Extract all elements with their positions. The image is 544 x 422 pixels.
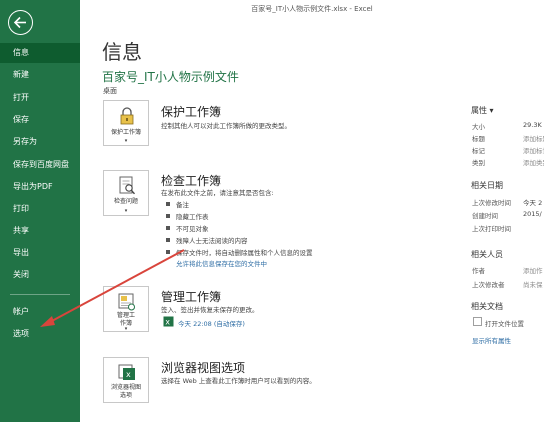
prop-key-category: 类别 (472, 159, 485, 167)
browser-tile-label-line1: 浏览器视图 (110, 384, 141, 391)
backstage-sidebar: 信息 新建 打开 保存 另存为 保存到百度网盘 导出为PDF 打印 共享 导出 … (0, 0, 80, 422)
nav-save-as[interactable]: 另存为 (0, 132, 80, 152)
manage-workbook-icon (118, 293, 135, 311)
excel-file-icon: x (163, 316, 174, 327)
inspect-bullet-hidden-sheets: 隐藏工作表 (176, 213, 209, 221)
prop-val-title[interactable]: 添加标题 (523, 133, 544, 143)
manage-workbook-button[interactable]: 管理工 作簿 ▾ (103, 286, 149, 332)
nav-export[interactable]: 导出 (0, 243, 80, 263)
autosave-version-link[interactable]: 今天 22:08 (自动保存) (178, 318, 245, 328)
nav-new[interactable]: 新建 (0, 65, 80, 85)
svg-text:x: x (126, 370, 131, 379)
page-title: 信息 (102, 40, 142, 64)
allow-save-info-link[interactable]: 允许将此信息保存在您的文件中 (176, 258, 267, 268)
people-key-last-modified-by: 上次修改者 (472, 281, 505, 289)
related-dates-heading: 相关日期 (471, 181, 503, 190)
open-file-location-link[interactable]: 打开文件位置 (485, 318, 524, 328)
protect-workbook-button[interactable]: 保护工作簿 ▾ (103, 100, 149, 146)
window-title: 百家号_IT小人物示例文件.xlsx - Excel (251, 5, 373, 13)
date-val-modified: 今天 2 (523, 199, 543, 207)
inspect-bullet-invisible-objects: 不可见对象 (176, 225, 209, 233)
manage-section-desc: 签入、签出并恢复未保存的更改。 (161, 306, 259, 314)
prop-key-title: 标题 (472, 135, 485, 143)
nav-info[interactable]: 信息 (0, 43, 80, 63)
manage-section-title: 管理工作簿 (161, 290, 222, 304)
svg-text:x: x (165, 318, 170, 327)
nav-options[interactable]: 选项 (0, 324, 80, 344)
people-val-author[interactable]: 添加作 (523, 265, 544, 275)
browser-view-icon: x (118, 364, 135, 380)
prop-val-category[interactable]: 添加类别 (523, 157, 544, 167)
nav-account[interactable]: 帐户 (0, 302, 80, 322)
prop-val-size: 29.3K (523, 121, 542, 129)
annotation-arrow (40, 249, 185, 327)
nav-save[interactable]: 保存 (0, 110, 80, 130)
folder-icon (473, 317, 482, 326)
prop-key-size: 大小 (472, 123, 485, 131)
bullet-icon (166, 238, 170, 242)
date-key-created: 创建时间 (472, 212, 498, 220)
inspect-bullet-accessibility: 残障人士无法阅读的内容 (176, 237, 248, 245)
document-title: 百家号_IT小人物示例文件 (102, 70, 239, 84)
check-for-issues-button[interactable]: 检查问题 ▾ (103, 170, 149, 216)
nav-export-pdf[interactable]: 导出为PDF (0, 177, 80, 197)
dropdown-caret-icon: ▾ (124, 208, 128, 214)
people-key-author: 作者 (472, 267, 485, 275)
nav-close[interactable]: 关闭 (0, 265, 80, 285)
protect-section-desc: 控制其他人可以对此工作簿所做的更改类型。 (161, 122, 291, 130)
prop-val-tags[interactable]: 添加标记 (523, 145, 544, 155)
nav-divider (10, 294, 70, 295)
lock-icon (120, 107, 134, 125)
browser-section-title: 浏览器视图选项 (161, 361, 246, 375)
check-issues-tile-label: 检查问题 (113, 198, 138, 205)
show-all-properties-link[interactable]: 显示所有属性 (472, 335, 511, 345)
protect-tile-label: 保护工作簿 (110, 129, 141, 136)
prop-key-tags: 标记 (472, 147, 485, 155)
nav-print[interactable]: 打印 (0, 199, 80, 219)
dropdown-caret-icon: ▾ (124, 138, 128, 144)
inspect-bullet-comments: 备注 (176, 201, 189, 209)
inspect-document-icon (119, 176, 136, 195)
back-arrow-icon (13, 16, 26, 29)
protect-section-title: 保护工作簿 (161, 105, 222, 119)
people-val-last-modified-by: 尚未保 (523, 281, 543, 289)
properties-dropdown[interactable]: 属性 ▾ (471, 105, 494, 116)
bullet-icon (166, 214, 170, 218)
bullet-icon (166, 202, 170, 206)
date-key-modified: 上次修改时间 (472, 199, 511, 207)
nav-save-to-baidu[interactable]: 保存到百度网盘 (0, 155, 80, 175)
date-key-printed: 上次打印时间 (472, 225, 511, 233)
browser-section-desc: 选择在 Web 上查看此工作簿时用户可以看到的内容。 (161, 377, 316, 385)
related-people-heading: 相关人员 (471, 250, 503, 259)
date-val-created: 2015/ (523, 210, 542, 218)
document-location: 桌面 (103, 87, 117, 95)
nav-share[interactable]: 共享 (0, 221, 80, 241)
browser-view-options-button[interactable]: x 浏览器视图 选项 (103, 357, 149, 403)
bullet-icon (166, 226, 170, 230)
bullet-icon (166, 250, 170, 254)
inspect-section-desc: 在发布此文件之前，请注意其是否包含: (161, 189, 274, 197)
back-button[interactable] (8, 10, 33, 35)
browser-tile-label-line2: 选项 (119, 392, 132, 399)
inspect-note: 保存文件时，将自动删除属性和个人信息的设置 (176, 249, 313, 257)
related-docs-heading: 相关文档 (471, 302, 503, 311)
nav-open[interactable]: 打开 (0, 88, 80, 108)
manage-tile-label-line1: 管理工 (116, 312, 135, 319)
dropdown-caret-icon: ▾ (124, 326, 128, 332)
